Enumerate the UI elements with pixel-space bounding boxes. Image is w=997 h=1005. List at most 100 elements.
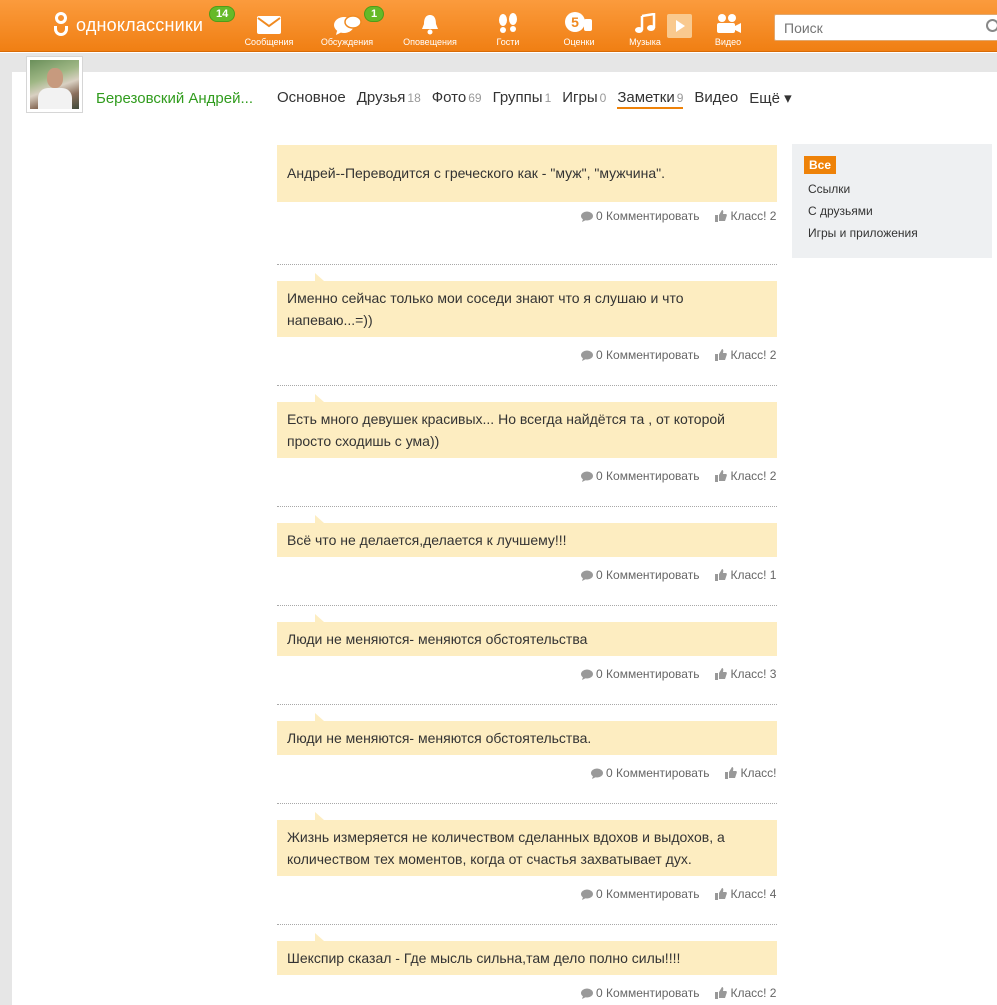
note-card: Именно сейчас только мои соседи знают чт… — [277, 273, 777, 337]
comment-label: Комментировать — [606, 986, 700, 1000]
thumbs-up-icon — [715, 668, 728, 680]
nav-guests[interactable]: Гости — [490, 0, 526, 52]
comment-count: 0 — [596, 209, 603, 223]
nav-notifications[interactable]: Оповещения — [399, 0, 461, 52]
comment-label: Комментировать — [606, 887, 700, 901]
thumbs-up-icon — [715, 888, 728, 900]
nav-music-label: Музыка — [629, 37, 661, 47]
nav-ratings[interactable]: 5 Оценки — [558, 0, 600, 52]
comment-button[interactable]: 0 Комментировать — [581, 469, 699, 483]
note-actions: 0 Комментировать Класс! 1 — [581, 568, 776, 582]
tab-photos-count: 69 — [468, 91, 482, 105]
filter-all[interactable]: Все — [804, 156, 837, 174]
like-label: Класс! — [730, 209, 767, 223]
note-actions: 0 Комментировать Класс! 2 — [581, 469, 776, 483]
nav-messages[interactable]: Сообщения — [241, 0, 297, 52]
note-card: Всё что не делается,делается к лучшему!!… — [277, 515, 777, 557]
like-button[interactable]: Класс! 4 — [715, 887, 776, 901]
tab-main-label: Основное — [277, 89, 346, 106]
note-card: Шекспир сказал - Где мысль сильна,там де… — [277, 933, 777, 975]
note-card: Люди не меняются- меняются обстоятельств… — [277, 713, 777, 755]
note-card: Есть много девушек красивых... Но всегда… — [277, 394, 777, 458]
profile-name[interactable]: Березовский Андрей... — [96, 90, 253, 107]
comment-label: Комментировать — [606, 348, 700, 362]
like-button[interactable]: Класс! 2 — [715, 469, 776, 483]
comment-button[interactable]: 0 Комментировать — [581, 348, 699, 362]
tab-notes[interactable]: Заметки 9 — [617, 89, 684, 109]
like-label: Класс! — [730, 469, 767, 483]
comment-button[interactable]: 0 Комментировать — [581, 568, 699, 582]
bell-icon — [422, 15, 438, 35]
filter-links[interactable]: Ссылки — [808, 182, 992, 196]
comment-label: Комментировать — [616, 766, 710, 780]
avatar[interactable] — [26, 56, 83, 113]
note-divider — [277, 385, 777, 386]
note-card: Андрей--Переводится с греческого как - "… — [277, 145, 777, 202]
comment-button[interactable]: 0 Комментировать — [581, 209, 699, 223]
comment-count: 0 — [596, 469, 603, 483]
like-button[interactable]: Класс! 1 — [715, 568, 776, 582]
thumbs-up-icon — [715, 470, 728, 482]
comment-count: 0 — [596, 568, 603, 582]
site-name: одноклассники — [76, 14, 204, 35]
nav-music[interactable]: Музыка — [625, 0, 665, 52]
comment-button[interactable]: 0 Комментировать — [581, 986, 699, 1000]
nav-ratings-label: Оценки — [563, 37, 595, 47]
thumbs-up-icon — [715, 569, 728, 581]
tab-notes-count: 9 — [676, 91, 684, 105]
note-actions: 0 Комментировать Класс! 4 — [581, 887, 776, 901]
search-input[interactable] — [774, 14, 997, 41]
profile-tabs: Основное Друзья 18 Фото 69 Группы 1 Игры 0 З… — [277, 89, 803, 109]
tab-friends-label: Друзья — [356, 89, 406, 106]
tab-main[interactable]: Основное — [277, 89, 346, 109]
speech-bubble-icon — [581, 889, 593, 900]
footprints-icon — [499, 13, 517, 33]
search-icon[interactable] — [986, 19, 997, 32]
thumbs-up-icon — [725, 767, 738, 779]
comment-count: 0 — [596, 667, 603, 681]
tab-groups-label: Группы — [492, 89, 543, 106]
thumbs-up-icon — [715, 210, 728, 222]
note-actions: 0 Комментировать Класс! 2 — [581, 986, 776, 1000]
rating-5-icon: 5 — [565, 12, 592, 32]
like-button[interactable]: Класс! 2 — [715, 986, 776, 1000]
nav-notifications-label: Оповещения — [403, 37, 457, 47]
thumbs-up-icon — [715, 987, 728, 999]
logo-notification-badge: 14 — [209, 6, 236, 22]
music-play-button[interactable] — [667, 14, 692, 38]
site-logo[interactable]: одноклассники — [52, 10, 203, 40]
like-count: 1 — [769, 568, 777, 582]
comment-button[interactable]: 0 Комментировать — [581, 887, 699, 901]
tab-video[interactable]: Видео — [694, 89, 738, 109]
note-actions: 0 Комментировать Класс! 2 — [581, 209, 776, 223]
like-button[interactable]: Класс! 3 — [715, 667, 776, 681]
tab-friends[interactable]: Друзья 18 — [357, 89, 421, 109]
nav-messages-label: Сообщения — [244, 37, 294, 47]
tab-photos[interactable]: Фото 69 — [432, 89, 482, 109]
like-button[interactable]: Класс! 2 — [715, 348, 776, 362]
discussions-badge: 1 — [364, 6, 385, 22]
nav-video[interactable]: Видео — [708, 0, 748, 52]
speech-bubble-icon — [581, 350, 593, 361]
like-count: 2 — [769, 209, 777, 223]
speech-bubble-icon — [591, 768, 603, 779]
note-divider — [277, 704, 777, 705]
avatar-photo — [30, 60, 79, 109]
note-actions: 0 Комментировать Класс! 2 — [581, 348, 776, 362]
like-button[interactable]: Класс! — [725, 766, 776, 780]
filter-with-friends[interactable]: С друзьями — [808, 204, 992, 218]
like-button[interactable]: Класс! 2 — [715, 209, 776, 223]
note-divider — [277, 605, 777, 606]
thumbs-up-icon — [715, 349, 728, 361]
tab-games[interactable]: Игры 0 — [562, 89, 606, 109]
music-note-icon — [635, 13, 656, 33]
comment-button[interactable]: 0 Комментировать — [591, 766, 709, 780]
tab-groups[interactable]: Группы 1 — [493, 89, 552, 109]
comment-button[interactable]: 0 Комментировать — [581, 667, 699, 681]
nav-video-label: Видео — [714, 37, 742, 47]
filter-games-apps[interactable]: Игры и приложения — [808, 226, 992, 240]
tab-more[interactable]: Ещё ▾ — [749, 89, 791, 109]
like-label: Класс! — [730, 667, 767, 681]
note-card: Жизнь измеряется не количеством сделанны… — [277, 812, 777, 876]
like-count: 2 — [769, 469, 777, 483]
